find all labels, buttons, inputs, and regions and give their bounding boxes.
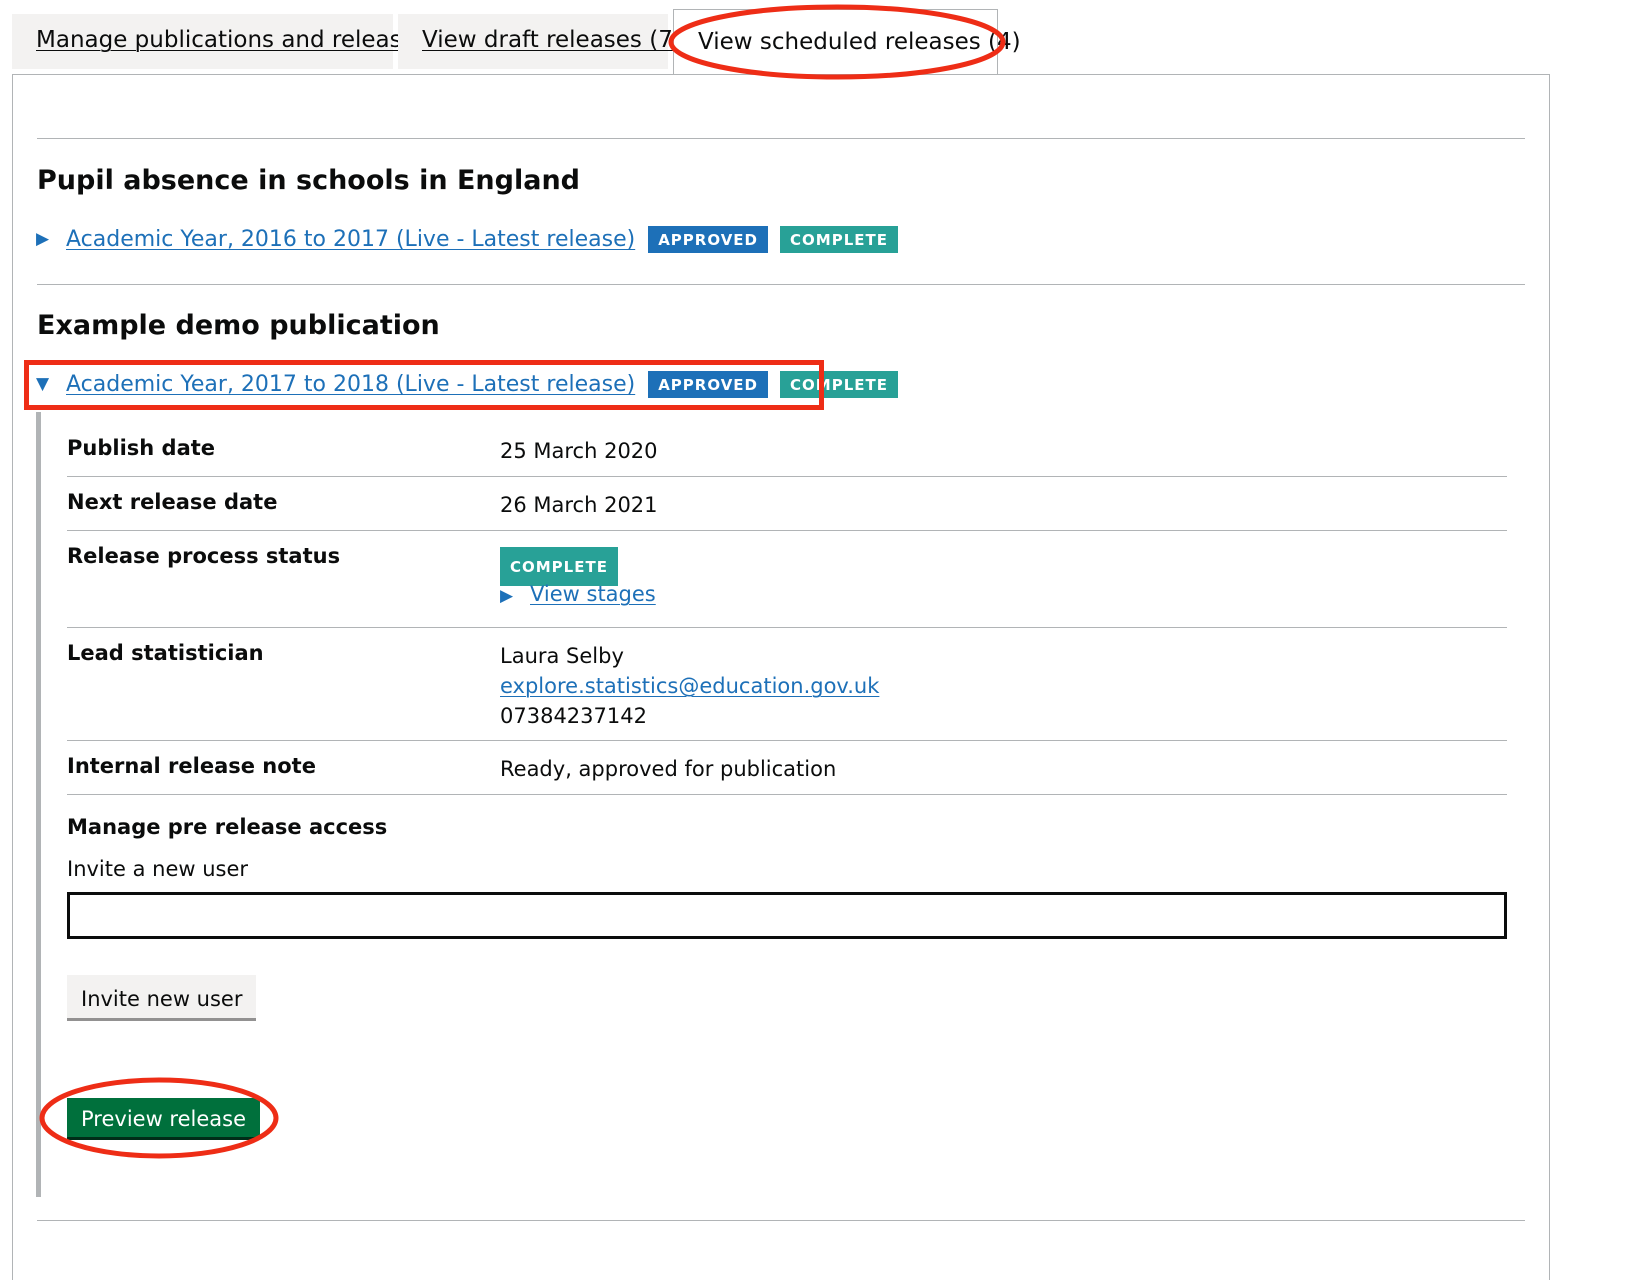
release-summary-row[interactable]: ▼ Academic Year, 2017 to 2018 (Live - La… xyxy=(36,369,910,399)
summary-key: Release process status xyxy=(67,544,341,568)
summary-value: 26 March 2021 xyxy=(500,493,658,517)
publication-title: Pupil absence in schools in England xyxy=(37,165,581,196)
summary-value: Ready, approved for publication xyxy=(500,757,837,781)
summary-key: Lead statistician xyxy=(67,641,264,665)
tab-manage-publications-link[interactable]: Manage publications and releases xyxy=(36,27,428,53)
triangle-right-icon[interactable]: ▶ xyxy=(500,581,530,611)
publication-title: Example demo publication xyxy=(37,310,440,341)
complete-tag: COMPLETE xyxy=(780,370,898,398)
complete-tag: COMPLETE xyxy=(780,225,898,253)
tab-manage-publications[interactable]: Manage publications and releases xyxy=(12,14,428,69)
section-divider xyxy=(37,138,1525,139)
summary-row-internal-note: Internal release note Ready, approved fo… xyxy=(67,754,1507,795)
preview-release-button[interactable]: Preview release xyxy=(67,1098,260,1140)
triangle-down-icon[interactable]: ▼ xyxy=(36,374,66,394)
summary-row-publish-date: Publish date 25 March 2020 xyxy=(67,436,1507,477)
approved-tag: APPROVED xyxy=(648,225,769,253)
release-toggle-link[interactable]: Academic Year, 2016 to 2017 (Live - Late… xyxy=(66,227,635,252)
release-toggle-link[interactable]: Academic Year, 2017 to 2018 (Live - Late… xyxy=(66,372,635,397)
statistician-name: Laura Selby xyxy=(500,644,624,668)
summary-row-process-status: Release process status COMPLETE ▶ View st… xyxy=(67,544,1507,628)
summary-key: Next release date xyxy=(67,490,278,514)
triangle-right-icon[interactable]: ▶ xyxy=(36,229,66,249)
release-summary-row[interactable]: ▶ Academic Year, 2016 to 2017 (Live - La… xyxy=(36,224,910,254)
tab-draft-releases-link[interactable]: View draft releases (7) xyxy=(422,27,682,53)
details-border xyxy=(36,412,41,1197)
view-stages-link[interactable]: View stages xyxy=(530,582,656,606)
section-divider xyxy=(37,1220,1525,1221)
statistician-phone: 07384237142 xyxy=(500,704,647,728)
invite-new-user-button[interactable]: Invite new user xyxy=(67,975,257,1021)
summary-value: 25 March 2020 xyxy=(500,439,658,463)
invite-user-input[interactable] xyxy=(67,892,1507,939)
tab-draft-releases[interactable]: View draft releases (7) xyxy=(398,14,682,69)
view-stages-details[interactable]: ▶ View stages xyxy=(500,579,656,611)
summary-row-lead-statistician: Lead statistician Laura Selby explore.st… xyxy=(67,641,1507,741)
section-divider xyxy=(37,284,1525,285)
statistician-email-link[interactable]: explore.statistics@education.gov.uk xyxy=(500,671,879,701)
pre-release-heading: Manage pre release access xyxy=(67,815,388,839)
summary-value: Laura Selby explore.statistics@education… xyxy=(500,641,879,731)
summary-key: Internal release note xyxy=(67,754,316,778)
summary-row-next-release-date: Next release date 26 March 2021 xyxy=(67,490,1507,531)
summary-key: Publish date xyxy=(67,436,216,460)
invite-user-label: Invite a new user xyxy=(67,857,249,881)
tab-scheduled-releases[interactable]: View scheduled releases (4) xyxy=(673,9,1021,75)
approved-tag: APPROVED xyxy=(648,370,769,398)
tab-scheduled-releases-label[interactable]: View scheduled releases (4) xyxy=(698,29,1021,55)
